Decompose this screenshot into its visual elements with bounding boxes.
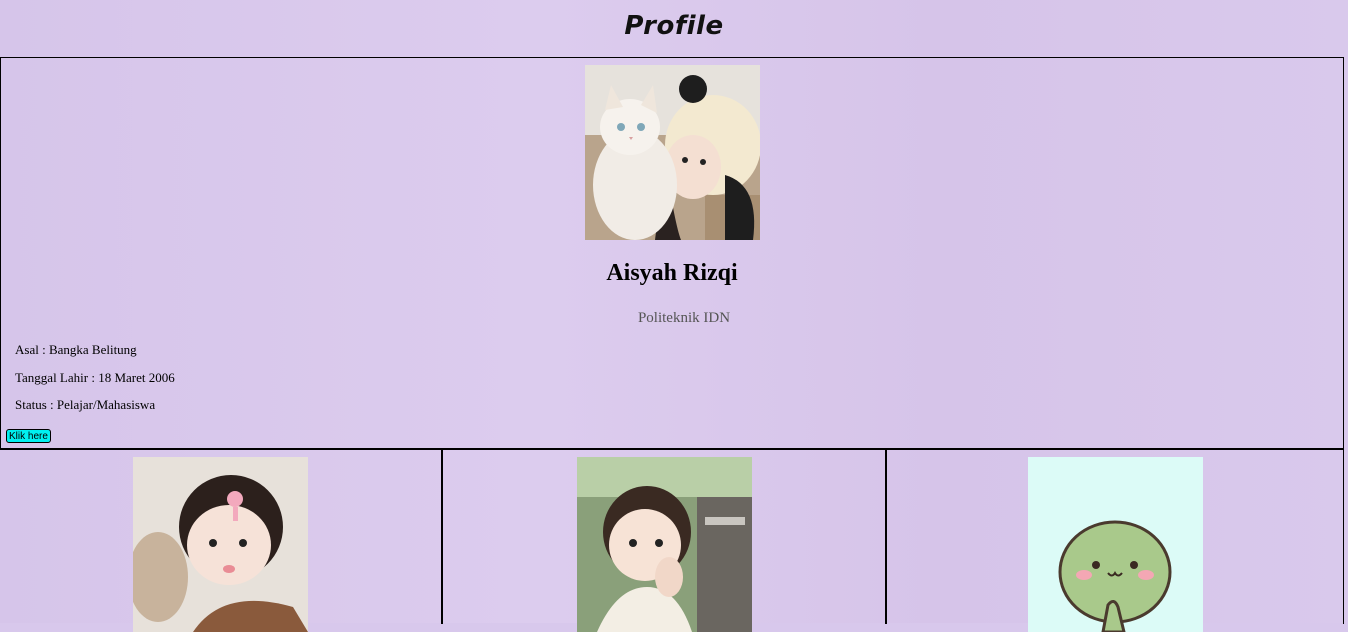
gallery-image-2 <box>577 457 752 632</box>
profile-photo <box>585 65 760 240</box>
profile-institution: Politeknik IDN <box>637 310 731 326</box>
info-status: Status : Pelajar/Mahasiswa <box>15 397 156 412</box>
gallery-cell-1 <box>0 450 443 632</box>
profile-info-list: Asal : Bangka Belitung Tanggal Lahir : 1… <box>15 342 175 425</box>
photo-gallery <box>0 449 1344 632</box>
klik-here-button[interactable]: Klik here <box>6 429 51 443</box>
gallery-cell-3 <box>887 450 1344 632</box>
gallery-image-1 <box>133 457 308 632</box>
page-header: Profile <box>0 0 1348 57</box>
profile-card: Aisyah Rizqi Politeknik IDN Asal : Bangk… <box>0 57 1344 449</box>
page-title: Profile <box>624 11 724 41</box>
info-origin: Asal : Bangka Belitung <box>15 342 137 357</box>
info-birthdate: Tanggal Lahir : 18 Maret 2006 <box>15 369 175 385</box>
gallery-cell-2 <box>443 450 887 632</box>
profile-name: Aisyah Rizqi <box>606 260 738 286</box>
gallery-image-3 <box>1028 457 1203 632</box>
